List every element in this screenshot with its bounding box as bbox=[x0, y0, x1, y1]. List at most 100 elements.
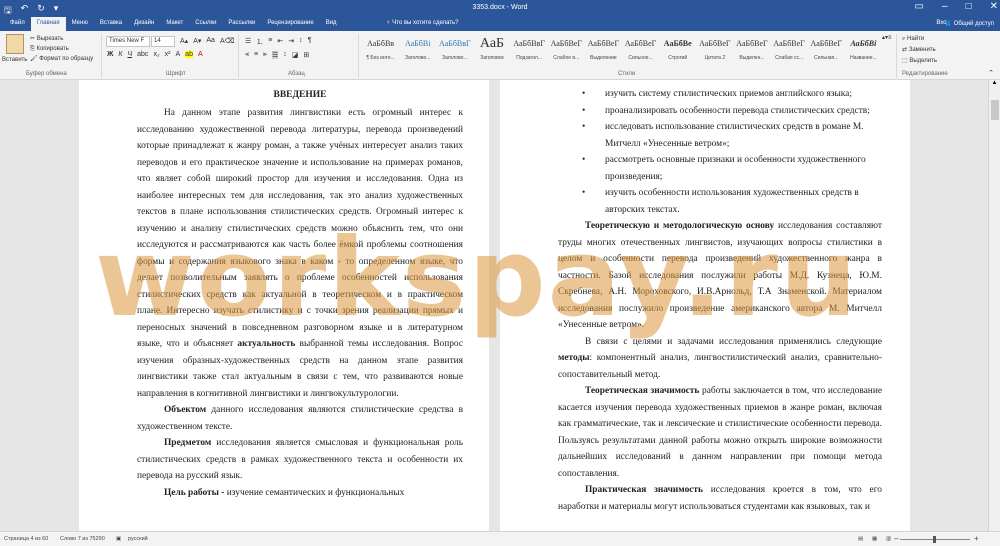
font-size-box[interactable]: 14 bbox=[151, 36, 175, 47]
style-sample: АаБбВвГ bbox=[439, 39, 471, 48]
clear-format-icon[interactable]: A⌫ bbox=[220, 37, 235, 45]
superscript-icon[interactable]: x² bbox=[165, 51, 171, 58]
font-name-box[interactable]: Times New F bbox=[106, 36, 150, 47]
bullets-icon[interactable]: ☰ bbox=[245, 37, 251, 47]
bold-icon[interactable]: Ж bbox=[107, 51, 113, 58]
zoom-in-icon[interactable]: + bbox=[974, 534, 979, 543]
paragraph-list-tools: ☰ ⒈ ≡ ⇤ ⇥ ↕ ¶ bbox=[245, 37, 311, 47]
tab-0[interactable]: Файл bbox=[4, 17, 31, 31]
style-item[interactable]: АаБбВеГ Сильное... bbox=[622, 33, 659, 67]
read-mode-icon[interactable]: ▤ bbox=[858, 536, 863, 542]
style-item[interactable]: АаБбВі Заголово... bbox=[399, 33, 436, 67]
text-effects-icon[interactable]: A bbox=[176, 51, 181, 58]
decrease-indent-icon[interactable]: ⇤ bbox=[277, 37, 283, 47]
style-item[interactable]: АаБбВеГ Цитата 2 bbox=[696, 33, 733, 67]
tab-9[interactable]: Вид bbox=[320, 17, 343, 31]
style-item[interactable]: АаБбВеГ Слабая сс... bbox=[771, 33, 808, 67]
style-item[interactable]: АаБбВвГ Подзагол... bbox=[511, 33, 548, 67]
align-right-icon[interactable]: ⫸ bbox=[263, 51, 267, 59]
proofing-icon[interactable]: ▣ bbox=[116, 536, 121, 542]
align-center-icon[interactable]: ≡ bbox=[254, 51, 258, 59]
find-label: Найти bbox=[907, 36, 925, 42]
paragraph-basis: Теоретическую и методологическую основу … bbox=[558, 218, 882, 334]
paragraph-text: На данном этапе развития лингвистики ест… bbox=[137, 108, 463, 349]
styles-more-icon[interactable]: ▴▾≡ bbox=[882, 33, 892, 67]
sort-icon[interactable]: ↕ bbox=[299, 37, 303, 47]
share-icon: 👤 bbox=[944, 21, 954, 27]
maximize-icon[interactable]: □ bbox=[966, 1, 972, 12]
copy-button[interactable]: ⎘ Копировать bbox=[30, 44, 93, 54]
ribbon-display-icon[interactable]: ▭ bbox=[915, 1, 924, 12]
clipboard-group-label: Буфер обмена bbox=[26, 71, 67, 77]
highlight-icon[interactable]: ab bbox=[185, 51, 193, 58]
scroll-up-icon[interactable]: ▲ bbox=[989, 80, 1000, 86]
paragraph-text: изучение семантических и функциональных bbox=[226, 487, 405, 498]
tab-3[interactable]: Вставка bbox=[94, 17, 128, 31]
cut-button[interactable]: ✂ Вырезать bbox=[30, 34, 93, 44]
shading-icon[interactable]: ◪ bbox=[292, 51, 299, 59]
ribbon: Вставить ✂ Вырезать ⎘ Копировать 🖌 Форма… bbox=[0, 31, 1000, 80]
style-item[interactable]: АаБ Заголовок bbox=[473, 33, 510, 67]
line-spacing-icon[interactable]: ↕ bbox=[283, 51, 287, 59]
style-item[interactable]: АаБбВе Строгий bbox=[659, 33, 696, 67]
tab-4[interactable]: Дизайн bbox=[128, 17, 160, 31]
style-item[interactable]: АаБбВеГ Выделение bbox=[585, 33, 622, 67]
tab-8[interactable]: Рецензирование bbox=[261, 17, 319, 31]
subscript-icon[interactable]: x₂ bbox=[153, 51, 159, 58]
numbering-icon[interactable]: ⒈ bbox=[256, 37, 263, 47]
print-layout-icon[interactable]: ▦ bbox=[872, 536, 877, 542]
collapse-ribbon-icon[interactable]: ⌃ bbox=[988, 69, 994, 77]
word-count[interactable]: Слово 7 из 75290 bbox=[60, 536, 105, 542]
web-layout-icon[interactable]: ▥ bbox=[886, 536, 891, 542]
zoom-out-icon[interactable]: – bbox=[894, 534, 898, 543]
style-item[interactable]: АаБбВвГ Заголово... bbox=[436, 33, 473, 67]
borders-icon[interactable]: ⊞ bbox=[303, 51, 309, 59]
style-item[interactable]: АаБбВеГ Выделен... bbox=[733, 33, 770, 67]
task-list-text: изучить особенности использования художе… bbox=[605, 188, 859, 215]
style-item[interactable]: АаБбВі Название... bbox=[845, 33, 882, 67]
justify-icon[interactable]: ☰ bbox=[272, 51, 279, 59]
find-button[interactable]: ⌕ Найти bbox=[902, 34, 937, 45]
zoom-slider-thumb[interactable] bbox=[933, 536, 936, 543]
format-painter-button[interactable]: 🖌 Формат по образцу bbox=[30, 54, 93, 64]
page-right[interactable]: • изучить систему стилистических приемов … bbox=[500, 80, 910, 531]
strikethrough-icon[interactable]: abc bbox=[137, 51, 148, 58]
tab-2[interactable]: Меню bbox=[66, 17, 94, 31]
style-name: Сильная... bbox=[814, 55, 839, 61]
page-count[interactable]: Страница 4 из 60 bbox=[4, 536, 48, 542]
align-left-icon[interactable]: ⫷ bbox=[245, 51, 249, 59]
tab-1[interactable]: Главная bbox=[30, 17, 66, 31]
style-item[interactable]: АаБбВв ¶ Без инте... bbox=[362, 33, 399, 67]
shrink-font-icon[interactable]: A▾ bbox=[193, 37, 201, 45]
increase-indent-icon[interactable]: ⇥ bbox=[288, 37, 294, 47]
style-name: Заголово... bbox=[404, 55, 431, 61]
share-button[interactable]: 👤 Общий доступ bbox=[945, 20, 994, 27]
replace-button[interactable]: ⇄ Заменить bbox=[902, 45, 937, 56]
italic-icon[interactable]: К bbox=[118, 51, 122, 58]
language-indicator[interactable]: русский bbox=[128, 536, 148, 542]
font-color-icon[interactable]: A bbox=[198, 51, 203, 58]
document-title: 3353.docx - Word bbox=[472, 4, 528, 11]
multilevel-list-icon[interactable]: ≡ bbox=[268, 37, 272, 47]
bold-term: Цель работы - bbox=[164, 487, 225, 498]
underline-icon[interactable]: Ч bbox=[127, 51, 132, 58]
style-item[interactable]: АаБбВеГ Слабое в... bbox=[548, 33, 585, 67]
paste-button[interactable]: Вставить bbox=[2, 34, 27, 63]
style-sample: АаБбВеГ bbox=[699, 39, 731, 48]
group-divider bbox=[896, 34, 897, 78]
scroll-thumb[interactable] bbox=[991, 100, 999, 120]
change-case-icon[interactable]: Aa bbox=[206, 37, 215, 45]
tab-7[interactable]: Рассылки bbox=[222, 17, 261, 31]
tab-5[interactable]: Макет bbox=[160, 17, 189, 31]
grow-font-icon[interactable]: A▴ bbox=[180, 37, 188, 45]
select-button[interactable]: ⬚ Выделить bbox=[902, 56, 937, 67]
minimize-icon[interactable]: – bbox=[942, 1, 948, 12]
tell-me-box[interactable]: ♀ Что вы хотите сделать? bbox=[386, 20, 459, 26]
vertical-scrollbar[interactable]: ▲ bbox=[988, 80, 1000, 531]
tab-6[interactable]: Ссылки bbox=[189, 17, 222, 31]
style-item[interactable]: АаБбВеГ Сильная... bbox=[808, 33, 845, 67]
page-left[interactable]: ВВЕДЕНИЕ На данном этапе развития лингви… bbox=[79, 80, 489, 531]
show-marks-icon[interactable]: ¶ bbox=[308, 37, 312, 47]
task-list-item: • рассмотреть основные признаки и особенн… bbox=[558, 152, 882, 185]
close-icon[interactable]: ✕ bbox=[990, 1, 998, 12]
